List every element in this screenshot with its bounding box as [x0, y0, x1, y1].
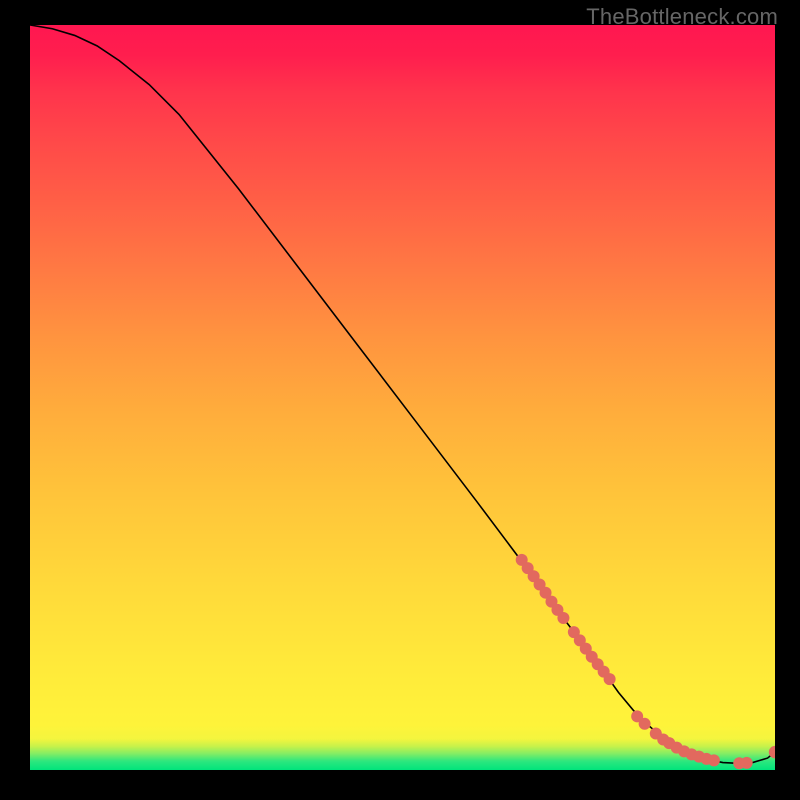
plot-area: [30, 25, 775, 770]
chart-stage: TheBottleneck.com: [0, 0, 800, 800]
curve-svg: [30, 25, 775, 770]
data-dots: [516, 554, 775, 769]
data-dot: [639, 718, 651, 730]
data-dot: [604, 673, 616, 685]
data-dot: [741, 757, 753, 769]
bottleneck-curve: [30, 25, 775, 763]
data-dot: [557, 612, 569, 624]
data-dot: [708, 754, 720, 766]
